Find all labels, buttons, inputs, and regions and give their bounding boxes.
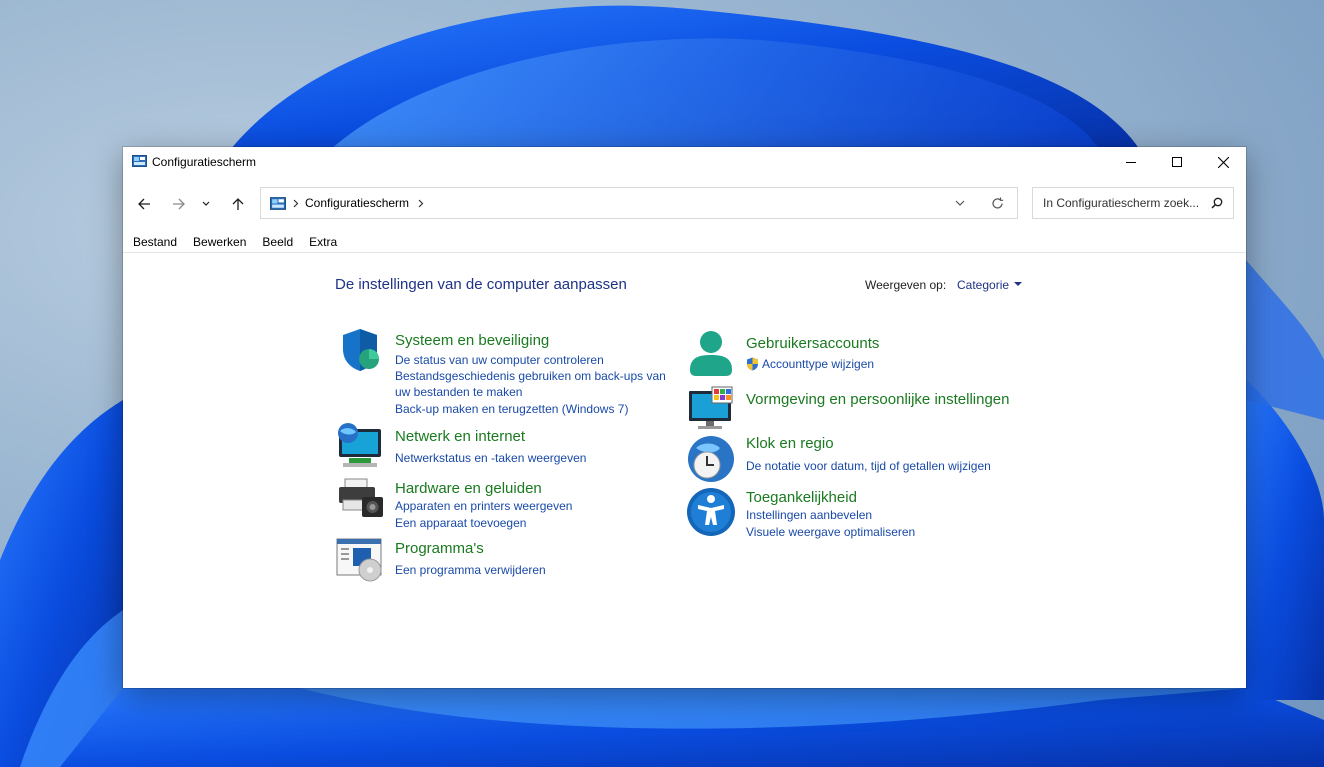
accessibility-icon[interactable] <box>686 487 736 537</box>
programs-icon[interactable] <box>335 533 385 583</box>
task-link[interactable]: Een apparaat toevoegen <box>395 515 526 531</box>
category-title[interactable]: Netwerk en internet <box>395 428 525 445</box>
category-title[interactable]: Systeem en beveiliging <box>395 332 549 349</box>
chevron-down-icon <box>202 201 210 206</box>
category-title[interactable]: Vormgeving en persoonlijke instellingen <box>746 391 1010 408</box>
user-icon[interactable] <box>686 328 736 378</box>
caret-down-icon[interactable] <box>1014 282 1022 286</box>
task-link[interactable]: Een programma verwijderen <box>395 562 546 578</box>
network-icon[interactable] <box>335 421 385 471</box>
maximize-icon <box>1172 157 1182 167</box>
task-link[interactable]: De status van uw computer controleren <box>395 352 604 368</box>
task-link-label[interactable]: Accounttype wijzigen <box>762 357 874 371</box>
main-content: De instellingen van de computer aanpasse… <box>123 253 1246 688</box>
task-link[interactable]: Bestandsgeschiedenis gebruiken om back-u… <box>395 368 666 384</box>
minimize-icon <box>1126 162 1136 163</box>
close-icon <box>1217 156 1229 168</box>
control-panel-window: Configuratiescherm Configuratiescherm In… <box>123 147 1246 688</box>
minimize-button[interactable] <box>1108 147 1154 177</box>
menu-beeld[interactable]: Beeld <box>262 235 293 251</box>
view-by-dropdown[interactable]: Categorie <box>957 278 1009 292</box>
category-title[interactable]: Toegankelijkheid <box>746 489 857 506</box>
breadcrumb-item[interactable]: Configuratiescherm <box>305 196 409 210</box>
title-bar[interactable]: Configuratiescherm <box>123 147 1246 177</box>
chevron-right-icon[interactable] <box>293 199 299 208</box>
up-button[interactable] <box>225 191 251 217</box>
shield-icon[interactable] <box>335 325 385 375</box>
search-box[interactable] <box>1032 187 1234 219</box>
arrow-up-icon <box>232 198 244 210</box>
address-history-chevron-icon[interactable] <box>955 200 965 206</box>
task-link[interactable]: De notatie voor datum, tijd of getallen … <box>746 458 991 474</box>
menu-bar: Bestand Bewerken Beeld Extra <box>133 235 353 251</box>
refresh-icon[interactable] <box>991 197 1004 210</box>
category-title[interactable]: Programma's <box>395 540 484 557</box>
view-by-label: Weergeven op: <box>865 278 947 292</box>
navigation-bar: Configuratiescherm <box>123 187 1246 221</box>
menu-bestand[interactable]: Bestand <box>133 235 177 251</box>
search-input[interactable] <box>1041 195 1205 211</box>
task-link[interactable]: Apparaten en printers weergeven <box>395 498 572 514</box>
forward-button[interactable] <box>166 191 192 217</box>
menu-bewerken[interactable]: Bewerken <box>193 235 246 251</box>
task-link[interactable]: Back-up maken en terugzetten (Windows 7) <box>395 401 628 417</box>
recent-locations-button[interactable] <box>197 191 215 217</box>
category-title[interactable]: Klok en regio <box>746 435 834 452</box>
menu-extra[interactable]: Extra <box>309 235 337 251</box>
task-link[interactable]: Netwerkstatus en -taken weergeven <box>395 450 586 466</box>
search-icon[interactable] <box>1211 197 1223 209</box>
address-bar[interactable]: Configuratiescherm <box>260 187 1018 219</box>
personalization-icon[interactable] <box>686 383 736 433</box>
task-link[interactable]: Instellingen aanbevelen <box>746 507 872 523</box>
arrow-right-icon <box>173 198 185 210</box>
uac-shield-icon <box>747 357 758 371</box>
category-title[interactable]: Hardware en geluiden <box>395 480 542 497</box>
page-heading: De instellingen van de computer aanpasse… <box>335 276 627 293</box>
window-title: Configuratiescherm <box>152 155 257 169</box>
printer-icon[interactable] <box>335 471 385 521</box>
close-button[interactable] <box>1200 147 1246 177</box>
control-panel-icon <box>132 155 147 167</box>
maximize-button[interactable] <box>1154 147 1200 177</box>
back-button[interactable] <box>131 191 157 217</box>
chevron-right-icon[interactable] <box>418 199 424 208</box>
task-link[interactable]: Accounttype wijzigen <box>746 356 874 372</box>
task-link[interactable]: Visuele weergave optimaliseren <box>746 524 915 540</box>
control-panel-icon <box>270 196 286 210</box>
category-title[interactable]: Gebruikersaccounts <box>746 335 879 352</box>
clock-globe-icon[interactable] <box>686 434 736 484</box>
arrow-left-icon <box>138 198 150 210</box>
task-link[interactable]: uw bestanden te maken <box>395 384 522 400</box>
